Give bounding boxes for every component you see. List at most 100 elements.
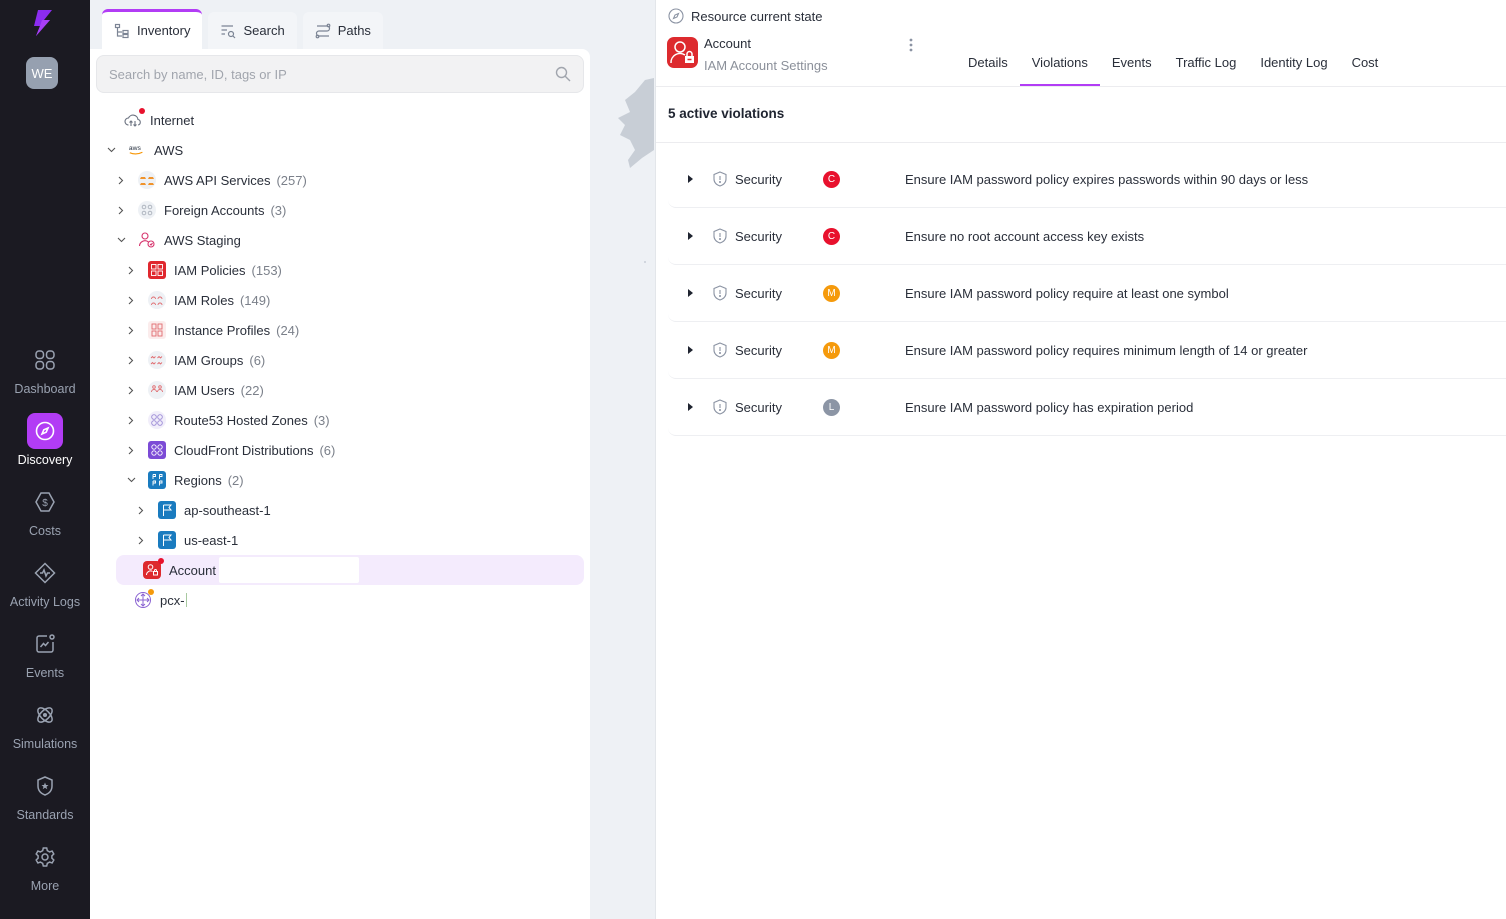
tab-label: Search [243,23,285,38]
expand-caret-icon[interactable] [688,232,693,240]
chevron-right-icon[interactable] [116,175,126,185]
cloud-internet-icon [124,108,145,129]
search-input[interactable] [109,66,555,82]
tree-item-peering[interactable]: pcx- [134,585,187,615]
violation-category: Security [735,342,782,358]
iam-account-icon [667,37,698,68]
tree-item-aws[interactable]: aws AWS [106,135,183,165]
chevron-right-icon[interactable] [136,535,146,545]
tree-item-aws-api-services[interactable]: AWS API Services (257) [116,165,307,195]
tree-item-ap-southeast-1[interactable]: ap-southeast-1 [136,495,271,525]
chevron-right-icon[interactable] [126,355,136,365]
rename-input[interactable] [218,557,359,583]
tree-item-internet[interactable]: Internet [124,105,194,135]
violation-category: Security [735,285,782,301]
nav-item-more[interactable]: More [0,839,90,901]
resource-state-header: Resource current state [668,8,823,24]
tab-violations[interactable]: Violations [1019,42,1101,86]
tree-item-iam-users[interactable]: IAM Users (22) [126,375,264,405]
expand-caret-icon[interactable] [688,403,693,411]
tree-item-count: (2) [227,472,244,488]
chevron-down-icon[interactable] [126,475,136,485]
violation-row[interactable]: Security L Ensure IAM password policy ha… [668,379,1506,436]
tree-item-foreign-accounts[interactable]: Foreign Accounts (3) [116,195,286,225]
search-icon[interactable] [555,66,571,82]
expand-caret-icon[interactable] [688,289,693,297]
nav-item-standards[interactable]: Standards [0,768,90,830]
violation-row[interactable]: Security C Ensure no root account access… [668,208,1506,265]
tree-item-route53[interactable]: Route53 Hosted Zones (3) [126,405,330,435]
inventory-tabs: Inventory Search Paths [102,9,383,49]
tree-item-label: AWS Staging [164,232,241,248]
tree-item-us-east-1[interactable]: us-east-1 [136,525,238,555]
expand-caret-icon[interactable] [688,346,693,354]
tab-paths[interactable]: Paths [302,12,383,49]
chevron-right-icon[interactable] [126,325,136,335]
nav-item-discovery[interactable]: Discovery [0,413,90,475]
nav-label: Discovery [17,453,73,467]
tab-search[interactable]: Search [208,12,297,49]
chevron-down-icon[interactable] [116,235,126,245]
nav-item-simulations[interactable]: Simulations [0,697,90,759]
tree-item-aws-staging[interactable]: AWS Staging [116,225,241,255]
nav-item-events[interactable]: Events [0,626,90,688]
more-options-icon[interactable] [906,37,916,53]
nav-item-costs[interactable]: $ Costs [0,484,90,546]
hierarchy-icon [114,23,129,38]
shield-alert-icon [713,285,727,301]
tree-item-cloudfront[interactable]: CloudFront Distributions (6) [126,435,335,465]
tab-cost[interactable]: Cost [1340,42,1391,86]
resource-detail-panel: Resource current state Account IAM Accou… [655,0,1506,919]
violation-row[interactable]: Security M Ensure IAM password policy re… [668,322,1506,379]
route53-icon [148,411,166,429]
nav-item-activity-logs[interactable]: Activity Logs [0,555,90,617]
chevron-right-icon[interactable] [126,415,136,425]
violation-row[interactable]: Security C Ensure IAM password policy ex… [668,151,1506,208]
nav-item-dashboard[interactable]: Dashboard [0,342,90,404]
tab-traffic-log[interactable]: Traffic Log [1164,42,1249,86]
tree-item-iam-groups[interactable]: IAM Groups (6) [126,345,265,375]
tree-item-label: Account [169,562,216,578]
app-logo-icon[interactable] [28,8,58,38]
activity-icon [34,562,56,584]
tab-inventory[interactable]: Inventory [102,9,203,49]
tree-item-count: (3) [270,202,287,218]
chevron-right-icon[interactable] [126,265,136,275]
chevron-right-icon[interactable] [136,505,146,515]
iam-roles-icon [148,291,166,309]
resource-name: Account [704,36,751,51]
chevron-right-icon[interactable] [126,445,136,455]
tree-item-account[interactable]: Account [116,555,584,585]
chevron-right-icon[interactable] [116,205,126,215]
tree-item-label: AWS [154,142,184,158]
tree-item-iam-policies[interactable]: IAM Policies (153) [126,255,282,285]
severity-badge: C [823,170,840,188]
tree-item-count: (24) [276,322,300,338]
tree-item-instance-profiles[interactable]: Instance Profiles (24) [126,315,299,345]
tab-label: Inventory [137,23,191,38]
tree-item-regions[interactable]: Regions (2) [126,465,244,495]
expand-caret-icon[interactable] [688,175,693,183]
violation-row[interactable]: Security M Ensure IAM password policy re… [668,265,1506,322]
chevron-right-icon[interactable] [126,385,136,395]
tab-details[interactable]: Details [956,42,1020,86]
iam-groups-icon [148,351,166,369]
tree-item-iam-roles[interactable]: IAM Roles (149) [126,285,270,315]
tree-item-count: (3) [313,412,330,428]
region-flag-icon [158,501,176,519]
chevron-right-icon[interactable] [126,295,136,305]
user-avatar[interactable]: WE [26,57,58,89]
map-alaska-shape [618,78,654,263]
shield-alert-icon [713,171,727,187]
tree-item-label: AWS API Services [164,172,271,188]
regions-icon [148,471,166,489]
tree-item-label: pcx- [160,592,185,608]
tree-item-count: (6) [249,352,266,368]
tab-identity-log[interactable]: Identity Log [1248,42,1339,86]
tree-item-label: us-east-1 [184,532,239,548]
chevron-down-icon[interactable] [106,145,116,155]
tab-events[interactable]: Events [1100,42,1164,86]
map-background[interactable] [590,0,655,919]
compass-icon [35,421,55,441]
violation-category: Security [735,171,782,187]
